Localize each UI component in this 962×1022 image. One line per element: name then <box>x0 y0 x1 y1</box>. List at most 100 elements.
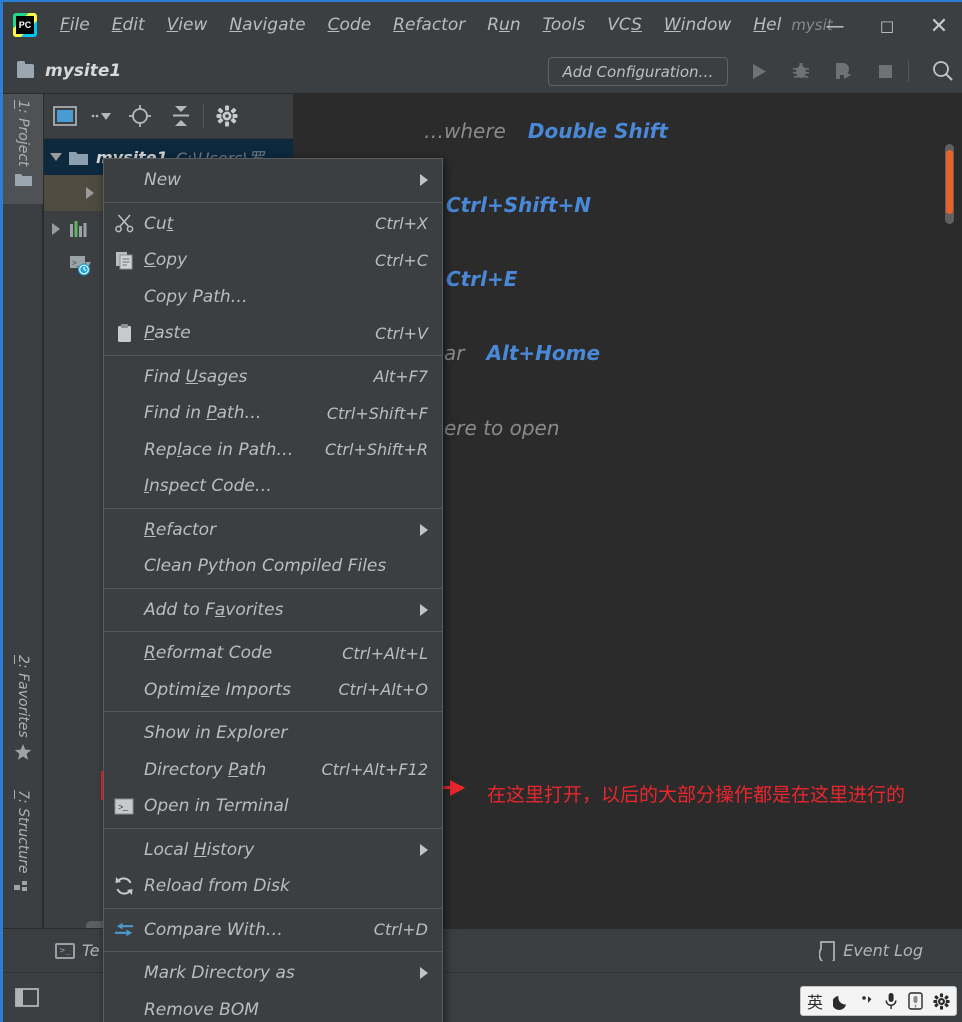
context-menu[interactable]: New Cut Ctrl+X Copy Ctrl+C Copy Path… Paste Ctr… <box>103 158 443 1022</box>
menu-item-find-in-path[interactable]: Find in Path… Ctrl+Shift+F <box>104 395 442 432</box>
menu-item-remove-bom[interactable]: Remove BOM <box>104 992 442 1022</box>
select-opened-file-icon[interactable] <box>44 94 85 139</box>
chart-icon <box>69 220 89 238</box>
menu-item-reload-from-disk[interactable]: Reload from Disk <box>104 868 442 905</box>
no-icon <box>114 1000 134 1020</box>
menu-tools[interactable]: Tools <box>532 13 597 37</box>
menu-run[interactable]: Run <box>476 13 531 37</box>
expand-triangle-icon[interactable] <box>86 187 94 199</box>
menu-view[interactable]: View <box>156 13 219 37</box>
menu-item-cut[interactable]: Cut Ctrl+X <box>104 206 442 243</box>
menu-item-shortcut: Ctrl+V <box>375 323 428 343</box>
menu-item-copy-path[interactable]: Copy Path… <box>104 279 442 316</box>
sidebar-item-project[interactable]: 1: Project <box>3 94 43 204</box>
menu-item-new[interactable]: New <box>104 162 442 199</box>
navigation-bar: mysite1 Add Configuration… <box>3 48 962 94</box>
menu-code[interactable]: Code <box>317 13 383 37</box>
coverage-icon[interactable] <box>823 48 863 94</box>
menu-separator <box>104 907 442 909</box>
editor-tip-text: …where <box>424 119 506 143</box>
star-icon <box>14 743 32 761</box>
menu-window[interactable]: Window <box>653 13 742 37</box>
menu-item-reformat-code[interactable]: Reformat Code Ctrl+Alt+L <box>104 635 442 672</box>
search-icon[interactable] <box>923 48 962 94</box>
expand-triangle-icon[interactable] <box>52 223 60 235</box>
menu-item-paste[interactable]: Paste Ctrl+V <box>104 315 442 352</box>
submenu-arrow-icon <box>420 843 428 856</box>
menu-item-directory-path[interactable]: Directory Path Ctrl+Alt+F12 <box>104 752 442 789</box>
menu-item-add-to-favorites[interactable]: Add to Favorites <box>104 592 442 629</box>
console-history-icon: >_ <box>69 254 93 276</box>
menu-item-compare-with[interactable]: Compare With… Ctrl+D <box>104 912 442 949</box>
menu-edit[interactable]: Edit <box>101 13 156 37</box>
menu-item-optimize-imports[interactable]: Optimize Imports Ctrl+Alt+O <box>104 672 442 709</box>
no-icon <box>114 963 134 983</box>
close-button[interactable]: ✕ <box>913 2 962 50</box>
submenu-arrow-icon <box>420 967 428 980</box>
no-icon <box>114 643 134 663</box>
menu-item-open-in-terminal[interactable]: >_ Open in Terminal <box>104 788 442 825</box>
ime-toolbar[interactable]: 英 <box>799 986 957 1016</box>
copy-icon <box>114 250 134 270</box>
menu-file[interactable]: File <box>49 13 101 37</box>
menu-separator <box>104 587 442 589</box>
menu-item-refactor[interactable]: Refactor <box>104 512 442 549</box>
no-icon <box>114 600 134 620</box>
menu-item-label: Open in Terminal <box>144 796 289 817</box>
add-configuration-button[interactable]: Add Configuration… <box>548 57 728 86</box>
editor-tip-row: …where Double Shift <box>424 119 668 143</box>
chevron-down-icon[interactable] <box>85 94 119 139</box>
menu-item-mark-directory-as[interactable]: Mark Directory as <box>104 955 442 992</box>
maximize-button[interactable]: □ <box>861 2 913 50</box>
menu-item-find-usages[interactable]: Find Usages Alt+F7 <box>104 359 442 396</box>
menu-item-label: Local History <box>144 839 255 860</box>
menu-refactor[interactable]: Refactor <box>382 13 476 37</box>
menu-navigate[interactable]: Navigate <box>218 13 316 37</box>
locate-icon[interactable] <box>119 94 160 139</box>
ime-gear-icon[interactable] <box>933 992 950 1010</box>
editor-tip-shortcut: Alt+Home <box>486 341 601 365</box>
run-icon[interactable] <box>739 48 779 94</box>
ime-punctuation-icon[interactable] <box>860 993 874 1010</box>
debug-icon[interactable] <box>781 48 821 94</box>
menu-hel[interactable]: Hel <box>742 13 781 37</box>
no-icon <box>114 170 134 190</box>
menu-item-label: Cut <box>144 213 174 234</box>
bottom-tab-terminal[interactable]: >_ Te <box>55 941 100 960</box>
minimize-button[interactable]: — <box>809 2 861 50</box>
breadcrumb[interactable]: mysite1 <box>45 61 121 81</box>
menu-item-label: New <box>144 170 182 191</box>
submenu-arrow-icon <box>420 603 428 616</box>
ime-moon-icon[interactable] <box>833 993 850 1010</box>
ime-microphone-icon[interactable] <box>884 992 898 1010</box>
sidebar-item-structure-label: 7: Structure <box>15 790 31 874</box>
bottom-tab-terminal-label: Te <box>82 941 100 960</box>
settings-gear-icon[interactable] <box>206 94 247 139</box>
ime-mode-icon[interactable]: 英 <box>807 989 823 1013</box>
stop-icon[interactable] <box>865 48 905 94</box>
expand-triangle-icon[interactable] <box>50 153 62 161</box>
event-log-button[interactable]: Event Log <box>819 940 923 961</box>
no-icon <box>114 403 134 423</box>
menu-item-inspect-code[interactable]: Inspect Code… <box>104 468 442 505</box>
sidebar-item-structure[interactable]: 7: Structure <box>3 784 43 912</box>
window-controls: — □ ✕ <box>809 2 962 50</box>
sidebar-item-favorites-label: 2: Favorites <box>15 655 31 738</box>
scrollbar-thumb[interactable] <box>946 150 953 214</box>
menu-item-replace-in-path[interactable]: Replace in Path… Ctrl+Shift+R <box>104 432 442 469</box>
menu-vcs[interactable]: VCS <box>596 13 653 37</box>
editor-tip-shortcut: Double Shift <box>527 119 668 143</box>
menu-item-shortcut: Ctrl+Shift+R <box>324 440 428 460</box>
sidebar-item-favorites[interactable]: 2: Favorites <box>3 649 43 771</box>
menu-item-show-in-explorer[interactable]: Show in Explorer <box>104 715 442 752</box>
menu-item-local-history[interactable]: Local History <box>104 832 442 869</box>
no-icon <box>114 287 134 307</box>
no-icon <box>114 476 134 496</box>
collapse-all-icon[interactable] <box>160 94 201 139</box>
menu-item-copy[interactable]: Copy Ctrl+C <box>104 242 442 279</box>
editor-vertical-scrollbar[interactable] <box>945 144 954 224</box>
toggle-toolwindows-icon[interactable] <box>15 987 39 1009</box>
ime-keyboard-icon[interactable] <box>908 992 923 1010</box>
menu-item-clean-python-compiled-files[interactable]: Clean Python Compiled Files <box>104 548 442 585</box>
menu-item-shortcut: Ctrl+Alt+F12 <box>321 760 428 780</box>
